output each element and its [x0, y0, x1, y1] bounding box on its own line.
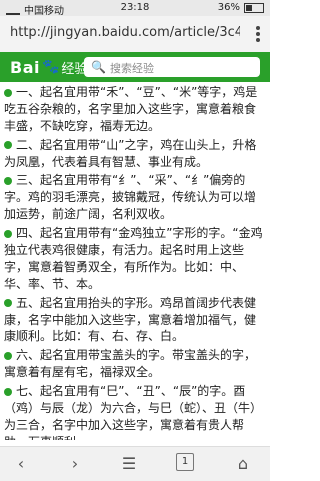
baidu-jingyan-logo[interactable]: Bai 🐾 经验	[10, 57, 87, 77]
status-right: 36%	[218, 2, 264, 13]
bullet-icon	[4, 229, 12, 238]
list-item: 七、起名宜用有“巳”、“丑”、“辰”的字。酉（鸡）与辰（龙）为六合，与巳（蛇）、…	[4, 383, 266, 440]
browser-bottom-bar: ‹ › ☰ 1 ⌂	[0, 446, 270, 481]
tabs-count[interactable]: 1	[176, 453, 194, 471]
logo-text-main: Bai	[10, 57, 40, 77]
battery-percent: 36%	[217, 2, 240, 13]
address-bar[interactable]: http://jingyan.baidu.com/article/3c48dd3…	[0, 16, 270, 53]
forward-icon[interactable]: ›	[62, 453, 88, 475]
bullet-icon	[4, 351, 12, 360]
paragraph-text: 七、起名宜用有“巳”、“丑”、“辰”的字。酉（鸡）与辰（龙）为六合，与巳（蛇）、…	[4, 384, 263, 440]
bullet-icon	[4, 176, 12, 185]
url-text[interactable]: http://jingyan.baidu.com/article/3c48dd3…	[10, 25, 240, 40]
paragraph-text: 一、起名宜用带“禾”、“豆”、“米”等字，鸡是吃五谷杂粮的，名字里加入这些字，寓…	[4, 85, 258, 133]
home-icon[interactable]: ⌂	[230, 453, 256, 475]
paragraph-text: 六、起名宜用带宝盖头的字。带宝盖头的字，寓意着有屋有宅，福禄双全。	[4, 348, 257, 380]
paw-icon: 🐾	[41, 59, 60, 75]
status-bar: 中国移动 23:18 36%	[0, 0, 270, 17]
battery-icon	[244, 2, 264, 13]
menu-icon[interactable]: ☰	[116, 453, 142, 475]
search-box[interactable]: 🔍 搜索经验	[84, 57, 260, 77]
search-placeholder: 搜索经验	[110, 62, 154, 75]
list-item: 二、起名宜用带“山”之字，鸡在山头上，升格为凤凰，代表着具有智慧、事业有成。	[4, 137, 266, 171]
list-item: 六、起名宜用带宝盖头的字。带宝盖头的字，寓意着有屋有宅，福禄双全。	[4, 347, 266, 381]
overflow-menu-icon[interactable]	[256, 24, 260, 42]
list-item: 四、起名宜用带有“金鸡独立”字形的字。“金鸡独立代表鸡很健康，有活力。起名时用上…	[4, 225, 266, 293]
list-item: 三、起名宜用带有“纟”、“采”、“纟”偏旁的字。鸡的羽毛漂亮，披锦戴冠，传统认为…	[4, 172, 266, 223]
article-content: 一、起名宜用带“禾”、“豆”、“米”等字，鸡是吃五谷杂粮的，名字里加入这些字，寓…	[4, 84, 266, 440]
list-item: 一、起名宜用带“禾”、“豆”、“米”等字，鸡是吃五谷杂粮的，名字里加入这些字，寓…	[4, 84, 266, 135]
paragraph-text: 四、起名宜用带有“金鸡独立”字形的字。“金鸡独立代表鸡很健康，有活力。起名时用上…	[4, 226, 263, 291]
bullet-icon	[4, 141, 12, 150]
search-icon: 🔍	[91, 60, 106, 74]
bullet-icon	[4, 88, 12, 97]
back-icon[interactable]: ‹	[8, 453, 34, 475]
paragraph-text: 五、起名宜用抬头的字形。鸡昂首阔步代表健康，名字中能加入这些字，寓意着增加福气，…	[4, 295, 257, 344]
site-header: Bai 🐾 经验 🔍 搜索经验	[0, 52, 270, 82]
bullet-icon	[4, 387, 12, 396]
bullet-icon	[4, 299, 12, 308]
list-item: 五、起名宜用抬头的字形。鸡昂首阔步代表健康，名字中能加入这些字，寓意着增加福气，…	[4, 295, 266, 346]
paragraph-text: 三、起名宜用带有“纟”、“采”、“纟”偏旁的字。鸡的羽毛漂亮，披锦戴冠，传统认为…	[4, 173, 257, 222]
paragraph-text: 二、起名宜用带“山”之字，鸡在山头上，升格为凤凰，代表着具有智慧、事业有成。	[4, 137, 257, 169]
